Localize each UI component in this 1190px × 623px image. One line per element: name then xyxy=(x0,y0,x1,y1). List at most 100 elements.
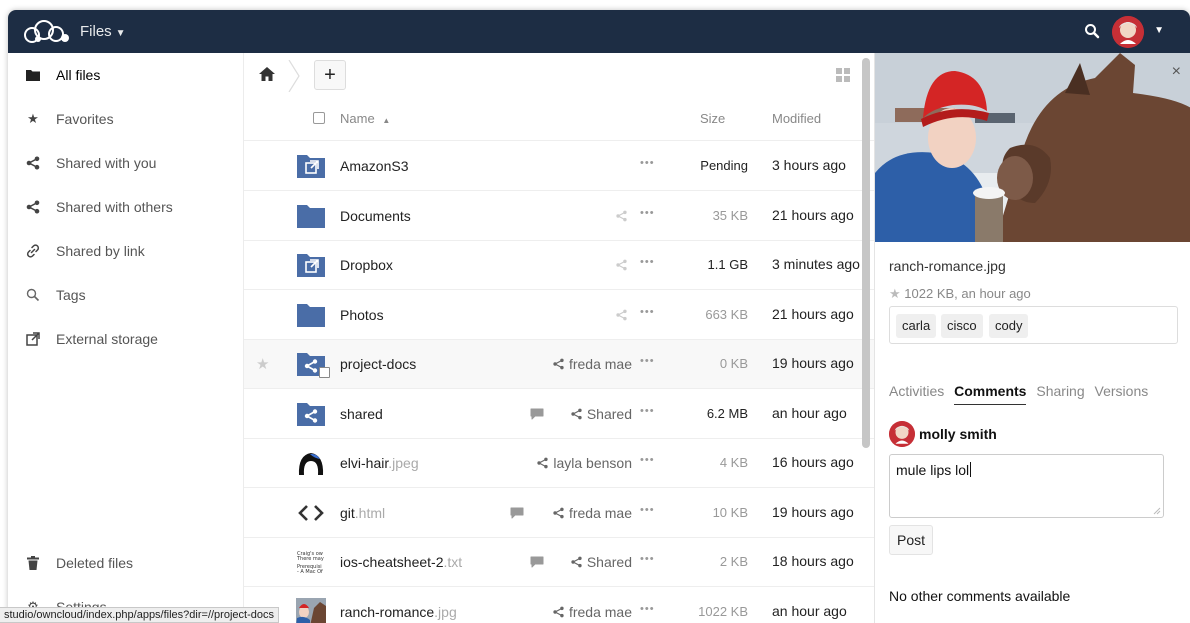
file-size: Pending xyxy=(700,158,748,173)
share-indicator[interactable]: Shared xyxy=(570,406,632,422)
file-name[interactable]: elvi-hair.jpeg xyxy=(340,455,419,471)
file-extension: .jpg xyxy=(434,603,457,620)
system-tags-input[interactable]: carla cisco cody xyxy=(889,306,1178,344)
details-sidebar: × ranch-romance.jpg ★ 1022 KB, an hour a… xyxy=(874,53,1190,623)
file-name[interactable]: Dropbox xyxy=(340,257,393,273)
sidebar-item-deleted-files[interactable]: Deleted files xyxy=(8,541,244,585)
comment-icon[interactable] xyxy=(510,507,524,519)
sidebar-item-tags[interactable]: Tags xyxy=(8,273,244,317)
sidebar-item-external-storage[interactable]: External storage xyxy=(8,317,244,361)
file-row[interactable]: Dropbox ••• 1.1 GB 3 minutes ago xyxy=(244,241,874,290)
share-indicator[interactable]: layla benson xyxy=(536,455,632,471)
more-actions-icon[interactable]: ••• xyxy=(640,553,655,565)
close-icon[interactable]: × xyxy=(1172,63,1181,81)
tag-chip[interactable]: cisco xyxy=(941,314,983,338)
grid-view-icon[interactable] xyxy=(836,68,850,82)
column-modified-header[interactable]: Modified xyxy=(772,111,821,126)
file-row[interactable]: Photos ••• 663 KB 21 hours ago xyxy=(244,291,874,340)
more-actions-icon[interactable]: ••• xyxy=(640,355,655,367)
file-size: 4 KB xyxy=(719,455,748,470)
share-indicator[interactable]: freda mae xyxy=(552,356,632,372)
more-actions-icon[interactable]: ••• xyxy=(640,454,655,466)
folder-icon[interactable] xyxy=(296,202,326,230)
file-row[interactable]: git.html freda mae ••• 10 KB 19 hours ago xyxy=(244,489,874,538)
new-file-button[interactable]: + xyxy=(314,60,346,90)
more-actions-icon[interactable]: ••• xyxy=(640,504,655,516)
file-name[interactable]: ios-cheatsheet-2.txt xyxy=(340,554,462,570)
app-menu[interactable]: Files ▼ xyxy=(80,23,126,40)
folder-icon[interactable] xyxy=(296,301,326,329)
file-name[interactable]: shared xyxy=(340,406,383,422)
share-label: freda mae xyxy=(568,504,632,521)
file-name[interactable]: git.html xyxy=(340,505,385,521)
comment-icon[interactable] xyxy=(530,556,544,568)
image-ranch-icon[interactable] xyxy=(296,597,326,623)
share-indicator[interactable]: freda mae xyxy=(552,505,632,521)
external-folder-icon[interactable] xyxy=(296,152,326,180)
favorite-star-icon[interactable]: ★ xyxy=(256,355,269,373)
user-avatar[interactable] xyxy=(1112,16,1144,48)
post-comment-button[interactable]: Post xyxy=(889,525,933,555)
sidebar-item-all-files[interactable]: All files xyxy=(8,53,244,97)
favorite-star-icon[interactable]: ★ xyxy=(889,286,901,301)
share-action-icon[interactable] xyxy=(615,257,632,273)
file-list-area: + Name ▲ Size Modified AmazonS3 ••• Pendin… xyxy=(244,53,874,623)
share-action-icon[interactable] xyxy=(615,307,632,323)
file-row[interactable]: elvi-hair.jpeg layla benson ••• 4 KB 16 hour… xyxy=(244,439,874,488)
external-folder-icon[interactable] xyxy=(296,251,326,279)
tab-sharing[interactable]: Sharing xyxy=(1036,383,1084,404)
file-name[interactable]: Photos xyxy=(340,307,384,323)
more-actions-icon[interactable]: ••• xyxy=(640,207,655,219)
tab-comments[interactable]: Comments xyxy=(954,383,1027,405)
row-checkbox[interactable] xyxy=(319,367,330,378)
file-name[interactable]: Documents xyxy=(340,208,411,224)
more-actions-icon[interactable]: ••• xyxy=(640,405,655,417)
sidebar-item-shared-with-you[interactable]: Shared with you xyxy=(8,141,244,185)
more-actions-icon[interactable]: ••• xyxy=(640,256,655,268)
text-icon[interactable]: Craig's ow There may Prerequisi - A Mac Of xyxy=(296,548,326,576)
tag-chip[interactable]: cody xyxy=(989,314,1029,338)
search-icon[interactable] xyxy=(1084,23,1100,39)
sidebar-item-label: Tags xyxy=(56,287,86,303)
sidebar-item-favorites[interactable]: ★ Favorites xyxy=(8,97,244,141)
comment-icon[interactable] xyxy=(530,408,544,420)
file-row[interactable]: ★ project-docs freda mae ••• 0 KB 19 hours ag… xyxy=(244,340,874,389)
tab-versions[interactable]: Versions xyxy=(1095,383,1149,404)
more-actions-icon[interactable]: ••• xyxy=(640,157,655,169)
resize-handle-icon[interactable] xyxy=(1153,507,1161,515)
sidebar-item-shared-with-others[interactable]: Shared with others xyxy=(8,185,244,229)
file-row[interactable]: Craig's ow There may Prerequisi - A Mac Of i… xyxy=(244,538,874,587)
file-modified: 19 hours ago xyxy=(772,503,854,520)
file-row[interactable]: Documents ••• 35 KB 21 hours ago xyxy=(244,192,874,241)
file-row[interactable]: AmazonS3 ••• Pending 3 hours ago xyxy=(244,142,874,191)
shared-folder-icon[interactable] xyxy=(296,400,326,428)
image-preview: × xyxy=(875,53,1190,242)
select-all-checkbox[interactable] xyxy=(313,112,325,124)
column-name-header[interactable]: Name ▲ xyxy=(340,111,390,126)
owncloud-logo[interactable] xyxy=(22,20,72,44)
image-hair-icon[interactable] xyxy=(296,449,326,477)
more-actions-icon[interactable]: ••• xyxy=(640,603,655,615)
file-size: 0 KB xyxy=(719,356,748,371)
tab-activities[interactable]: Activities xyxy=(889,383,944,404)
sidebar-item-shared-by-link[interactable]: Shared by link xyxy=(8,229,244,273)
file-name[interactable]: project-docs xyxy=(340,356,416,372)
file-modified: 3 hours ago xyxy=(772,157,846,173)
file-name[interactable]: AmazonS3 xyxy=(340,158,408,174)
code-icon[interactable] xyxy=(296,499,326,527)
file-modified: 21 hours ago xyxy=(772,305,854,322)
share-indicator[interactable]: Shared xyxy=(570,554,632,570)
sidebar-item-label: Favorites xyxy=(56,111,114,127)
share-indicator[interactable]: freda mae xyxy=(552,604,632,620)
comment-textarea[interactable]: mule lips lol xyxy=(889,454,1164,518)
tag-chip[interactable]: carla xyxy=(896,314,937,338)
file-name[interactable]: ranch-romance.jpg xyxy=(340,604,457,620)
share-action-icon[interactable] xyxy=(615,208,632,224)
file-list-scrollbar[interactable] xyxy=(862,58,870,448)
file-row[interactable]: ranch-romance.jpg freda mae ••• 1022 KB an h… xyxy=(244,588,874,623)
column-size-header[interactable]: Size xyxy=(700,111,725,126)
home-icon[interactable] xyxy=(258,66,276,82)
user-menu-chevron-icon[interactable]: ▼ xyxy=(1154,25,1164,36)
file-row[interactable]: shared Shared ••• 6.2 MB an hour ago xyxy=(244,390,874,439)
more-actions-icon[interactable]: ••• xyxy=(640,306,655,318)
